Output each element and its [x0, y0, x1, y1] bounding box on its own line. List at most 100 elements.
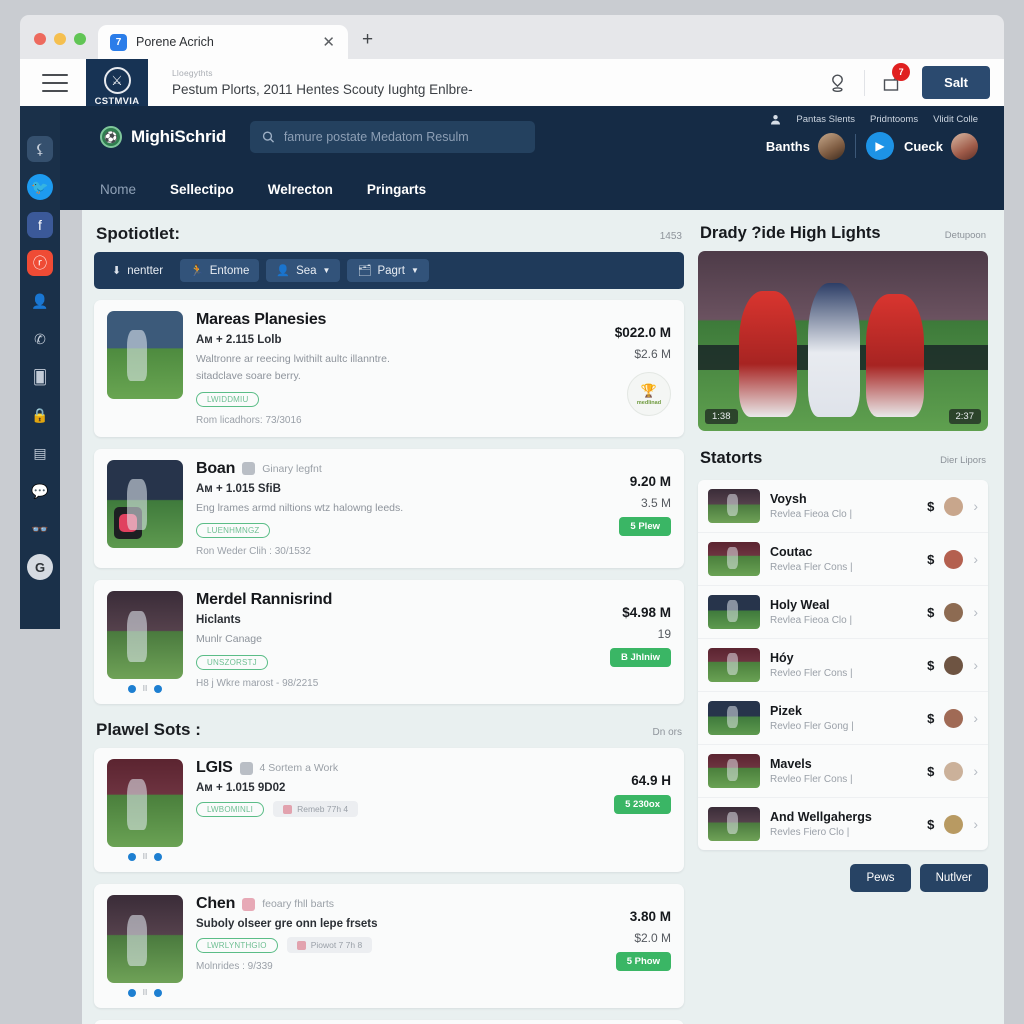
sidebar-button-nutlver[interactable]: Nutlver: [919, 864, 988, 892]
chevron-right-icon[interactable]: ›: [973, 763, 978, 779]
card-body: Chen feoary fhll barts Suboly olseer gre o…: [196, 895, 562, 997]
lock-icon[interactable]: 🔒: [27, 402, 53, 428]
card-thumbnail-wrap: II: [107, 591, 183, 693]
browser-tab[interactable]: 7 Porene Acrich ✕: [98, 25, 348, 59]
toolbar-button-sea[interactable]: 👤 Sea ▼: [266, 259, 341, 282]
stats-item-subtitle: Revlea Fieoa Clo |: [770, 615, 853, 626]
nav-utility-link-1[interactable]: Pridntooms: [870, 114, 918, 125]
card-action-button[interactable]: B Jhlniw: [609, 648, 671, 668]
highlight-video-thumbnail[interactable]: 1:38 2:37: [698, 251, 988, 431]
currency-icon: $: [927, 604, 935, 620]
card-thumbnail[interactable]: [107, 759, 183, 848]
content-card[interactable]: Mareas Planesies Aм + 2.115 Lolb Waltronre…: [94, 300, 684, 437]
toolbar-button-nentter[interactable]: ⬇ nentter: [102, 259, 173, 282]
toolbar-button-entome[interactable]: 🏃 Entome: [180, 259, 260, 282]
nav-utility-links: Pantas Slents Pridntooms Vlidit Colle: [770, 114, 978, 125]
account-cueck[interactable]: Cueck: [904, 132, 978, 160]
card-thumbnail[interactable]: [107, 459, 183, 548]
stats-list-item[interactable]: Hóy Revleo Fler Cons | $ ›: [698, 639, 988, 692]
twitter-icon[interactable]: 🐦: [27, 174, 53, 200]
card-action-button[interactable]: 5 Phow: [615, 952, 671, 972]
stats-list-item[interactable]: Coutac Revlea Fler Cons | $ ›: [698, 533, 988, 586]
card-status-chip: LWIDDMIU: [196, 391, 260, 407]
broadcast-icon[interactable]: ▶: [865, 132, 894, 160]
stats-item-info: Holy Weal Revlea Fieoa Clo |: [770, 598, 917, 626]
facebook-icon[interactable]: f: [27, 212, 53, 238]
card-thumbnail-wrap: II: [107, 895, 183, 997]
stats-thumbnail: [708, 648, 760, 682]
menu-icon[interactable]: [42, 73, 68, 92]
nav-link-pringarts[interactable]: Pringarts: [367, 182, 426, 197]
nav-search[interactable]: [250, 121, 535, 153]
highlights-header: Drady ?ide High Lights Detupoon: [698, 220, 988, 251]
chevron-right-icon[interactable]: ›: [973, 816, 978, 832]
window-controls[interactable]: [20, 33, 98, 59]
stats-list-item[interactable]: Holy Weal Revlea Fieoa Clo | $ ›: [698, 586, 988, 639]
stats-list-item[interactable]: Mavels Revleo Fler Cons | $ ›: [698, 745, 988, 798]
card-secondary-value: 19: [657, 627, 671, 642]
google-icon[interactable]: G: [27, 554, 53, 580]
stats-list-item[interactable]: Pizek Revleo Fler Gong | $ ›: [698, 692, 988, 745]
close-tab-icon[interactable]: ✕: [319, 35, 338, 50]
new-tab-icon[interactable]: +: [362, 29, 373, 59]
chevron-right-icon[interactable]: ›: [973, 551, 978, 567]
chevron-right-icon[interactable]: ›: [973, 604, 978, 620]
calculator-icon[interactable]: ▤: [27, 440, 53, 466]
chevron-right-icon[interactable]: ›: [973, 498, 978, 514]
cart-icon[interactable]: 7: [876, 62, 911, 98]
highlights-link[interactable]: Detupoon: [945, 230, 986, 241]
card-thumbnail-wrap: [107, 311, 183, 426]
content-card[interactable]: II Chen feoary fhll barts Suboly olseer gre…: [94, 884, 684, 1009]
maximize-window-button[interactable]: [74, 33, 86, 45]
nav-utility-link-2[interactable]: Vlidit Colle: [933, 114, 978, 125]
section-meta: Dn ors: [652, 727, 682, 739]
nav-logo[interactable]: ⚽ MighiSchrid: [100, 126, 232, 148]
reddit-icon[interactable]: ⓡ: [27, 250, 53, 276]
stats-item-name: Mavels: [770, 757, 812, 771]
card-action-button[interactable]: 5 Plew: [619, 516, 671, 536]
thumbnail-pager-dots[interactable]: II: [107, 988, 183, 997]
nav-link-sellectipo[interactable]: Sellectipo: [170, 182, 234, 197]
close-window-button[interactable]: [34, 33, 46, 45]
nav-utility-link-0[interactable]: Pantas Slents: [796, 114, 855, 125]
stats-list-item[interactable]: And Wellgahergs Revles Fiero Clo | $ ›: [698, 798, 988, 850]
card-primary-value: 64.9 H: [631, 773, 671, 789]
sidebar-button-pews[interactable]: Pews: [850, 864, 911, 892]
stats-title: Statorts: [700, 449, 763, 467]
chevron-right-icon[interactable]: ›: [973, 710, 978, 726]
account-banths[interactable]: Banths: [766, 132, 845, 160]
content-card[interactable]: Boan Ginary legfnt Aм + 1.015 SfiB Eng lram…: [94, 448, 684, 569]
search-input[interactable]: [283, 130, 523, 144]
stats-list-item[interactable]: Voysh Revlea Fieoa Clo | $ ›: [698, 480, 988, 533]
card-title: LGIS: [196, 759, 233, 777]
salt-button[interactable]: Salt: [922, 66, 990, 99]
card-status-chip: LWBOMINLI: [196, 801, 265, 817]
content-card[interactable]: II Merdel Rannisrind Hiclants Munlr Canage U…: [94, 580, 684, 705]
stats-link[interactable]: Dier Lipors: [940, 455, 986, 466]
content-card[interactable]: II LGIS 4 Sortem a Work Aм + 1.015 9D02 LWBO…: [94, 748, 684, 873]
nav-link-nome[interactable]: Nome: [100, 182, 136, 197]
content-card[interactable]: Valacy MitchAм + 2055 5MB6.39 M: [94, 1020, 684, 1024]
card-thumbnail[interactable]: [107, 591, 183, 680]
location-pin-icon[interactable]: [821, 68, 853, 98]
thumbnail-pager-dots[interactable]: II: [107, 852, 183, 861]
phone-icon[interactable]: ✆: [27, 326, 53, 352]
card-thumbnail[interactable]: [107, 895, 183, 984]
nav-link-welrecton[interactable]: Welrecton: [268, 182, 333, 197]
card-description-line: sitadclave soare berry.: [196, 369, 301, 382]
app-icon[interactable]: ⚸: [27, 136, 53, 162]
card-values: 9.20 M 3.5 M 5 Plew: [575, 460, 671, 558]
toolbar-button-pagrt[interactable]: 🗂 Pagrt ▼: [347, 259, 429, 282]
chevron-right-icon[interactable]: ›: [973, 657, 978, 673]
card-status-chip: LUENHMNGZ: [196, 523, 271, 539]
thumbnail-pager-dots[interactable]: II: [107, 684, 183, 693]
minimize-window-button[interactable]: [54, 33, 66, 45]
glasses-icon[interactable]: 👓: [27, 516, 53, 542]
avatar: [944, 602, 964, 622]
card-icon[interactable]: 🂠: [27, 364, 53, 390]
section-title: Plawel Sots :: [96, 720, 201, 740]
person-icon[interactable]: 👤: [27, 288, 53, 314]
card-thumbnail[interactable]: [107, 311, 183, 399]
chat-icon[interactable]: 💬: [27, 478, 53, 504]
card-action-button[interactable]: 5 230ox: [614, 795, 671, 815]
